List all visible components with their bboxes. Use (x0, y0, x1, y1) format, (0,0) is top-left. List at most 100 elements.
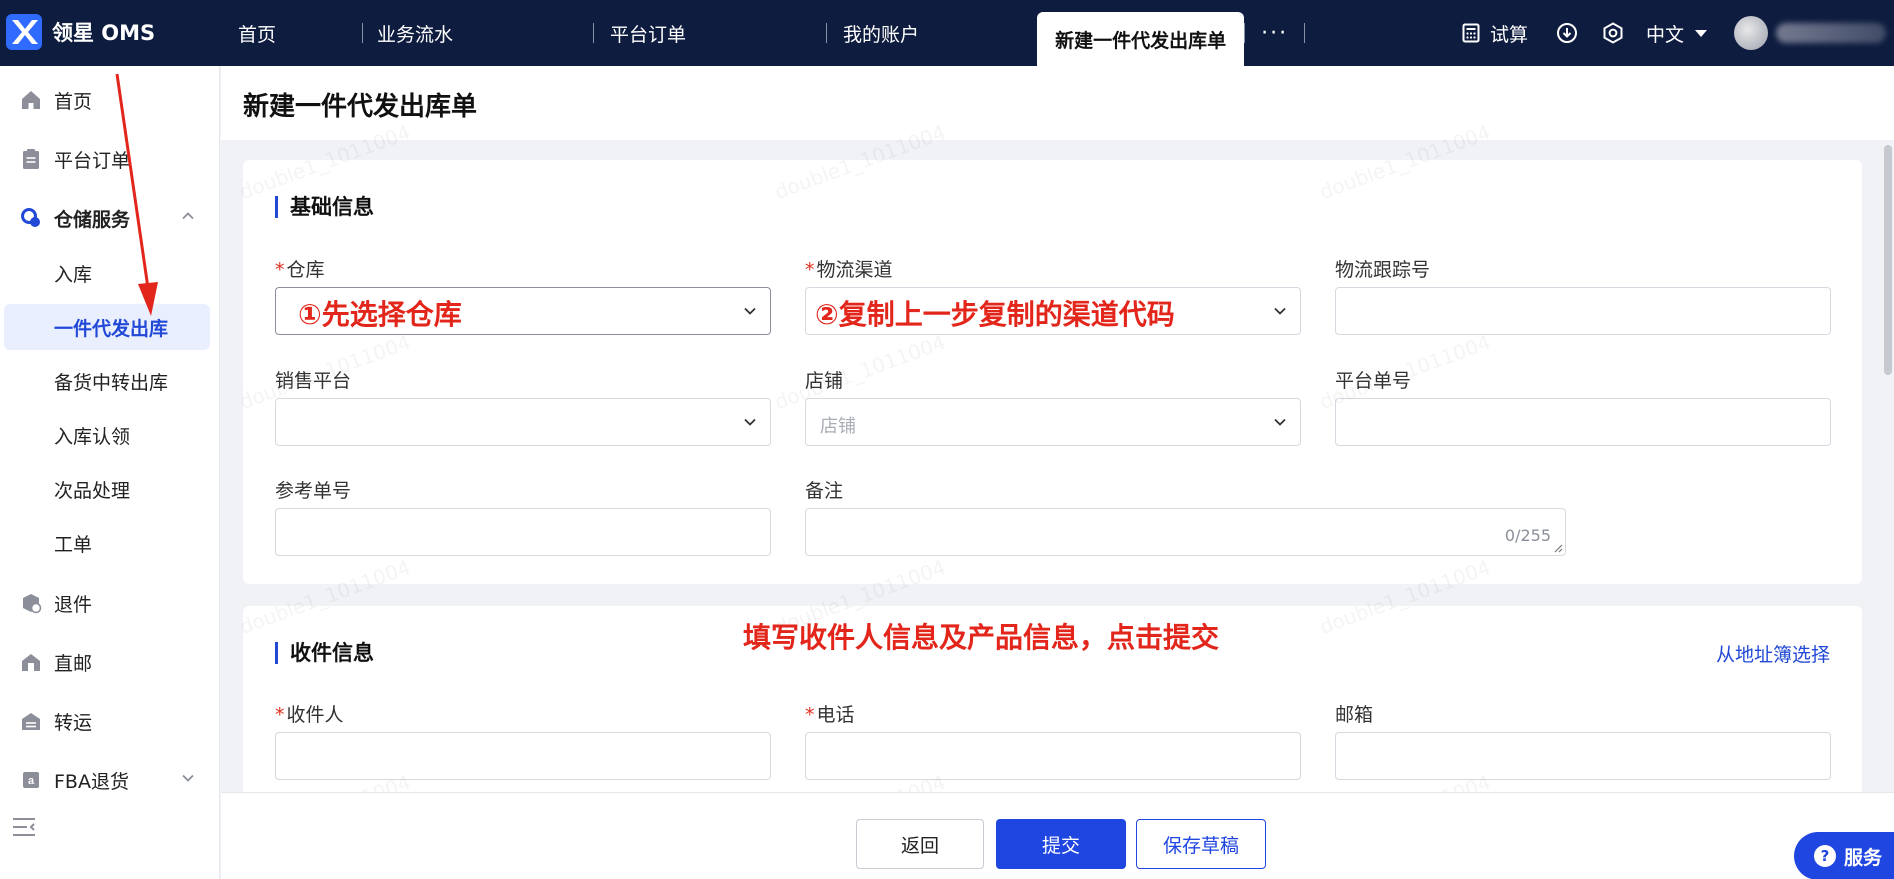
sidebar-item-work-order[interactable]: 工单 (0, 520, 220, 566)
required-mark: * (805, 704, 815, 726)
sidebar-item-inbound[interactable]: 入库 (0, 250, 220, 296)
sales-platform-label: 销售平台 (275, 370, 352, 392)
warehouse-label-text: 仓库 (286, 259, 325, 281)
back-button[interactable]: 返回 (856, 819, 984, 869)
nav-home[interactable]: 首页 (216, 0, 362, 66)
save-draft-button[interactable]: 保存草稿 (1136, 819, 1266, 869)
sidebar-item-label: 直邮 (54, 652, 93, 675)
tracking-number-input[interactable] (1335, 287, 1831, 335)
sidebar-item-label: 工单 (54, 533, 93, 556)
reference-label: 参考单号 (275, 480, 352, 502)
settings-icon (1603, 22, 1623, 44)
nav-my-account[interactable]: 我的账户 (827, 0, 1037, 66)
sidebar-item-defective-handling[interactable]: 次品处理 (0, 466, 220, 512)
tracking-label: 物流跟踪号 (1335, 259, 1431, 281)
download-icon (1556, 23, 1577, 43)
svg-text:a: a (28, 775, 35, 787)
section-title-basic-info: 基础信息 (275, 196, 374, 218)
language-label: 中文 (1645, 23, 1684, 46)
app-logo[interactable]: 领星 OMS (6, 14, 155, 50)
nav-divider (1304, 23, 1306, 43)
remark-char-counter: 0/255 (1504, 526, 1551, 545)
sidebar-group-fba-returns[interactable]: a FBA退货 (0, 758, 220, 802)
sidebar-item-direct-mail[interactable]: 直邮 (0, 640, 220, 684)
calculator-icon (1462, 23, 1480, 43)
sidebar-item-transfer[interactable]: 转运 (0, 699, 220, 743)
return-box-icon (23, 594, 42, 614)
language-select[interactable]: 中文 (1646, 20, 1708, 47)
logo-icon (6, 14, 42, 50)
required-mark: * (275, 259, 285, 281)
sidebar-item-inbound-claim[interactable]: 入库认领 (0, 412, 220, 458)
annotation-step3: 填写收件人信息及产品信息，点击提交 (743, 621, 1220, 654)
avatar (1734, 16, 1768, 50)
chevron-down-icon (1274, 307, 1286, 315)
settings-button[interactable] (1602, 22, 1624, 44)
sales-platform-select[interactable] (275, 398, 771, 446)
annotation-step2: ②复制上一步复制的渠道代码 (815, 298, 1175, 331)
chevron-up-icon (182, 212, 194, 220)
clipboard-icon (23, 149, 39, 169)
recipient-input[interactable] (275, 732, 771, 780)
page-scrollbar[interactable] (1884, 145, 1892, 375)
warehouse-label: * 仓库 (275, 255, 325, 282)
sidebar-item-label: 备货中转出库 (54, 371, 169, 394)
sidebar-item-returns[interactable]: 退件 (0, 581, 220, 625)
sidebar-item-platform-orders[interactable]: 平台订单 (0, 137, 220, 181)
submit-button[interactable]: 提交 (996, 819, 1126, 869)
download-button[interactable] (1556, 22, 1578, 44)
nav-business-flow[interactable]: 业务流水 (363, 0, 593, 66)
warehouse-service-icon (21, 208, 40, 227)
tab-new-outbound-order[interactable]: 新建一件代发出库单 (1037, 12, 1245, 66)
shop-label: 店铺 (805, 370, 844, 392)
service-button[interactable]: ? 服务 (1794, 832, 1894, 879)
caret-down-icon (1695, 29, 1707, 37)
sidebar-item-label: 仓储服务 (54, 208, 131, 231)
phone-label: * 电话 (805, 700, 855, 727)
chevron-down-icon (182, 774, 194, 782)
help-icon: ? (1814, 845, 1836, 867)
page-header: 新建一件代发出库单 (221, 66, 1894, 140)
reference-number-input[interactable] (275, 508, 771, 556)
email-input[interactable] (1335, 732, 1831, 780)
page-title: 新建一件代发出库单 (243, 92, 478, 122)
sidebar-item-label: 次品处理 (54, 479, 131, 502)
sidebar-item-label: 入库认领 (54, 425, 131, 448)
platform-order-label: 平台单号 (1335, 370, 1412, 392)
shop-placeholder: 店铺 (820, 416, 856, 437)
trial-label: 试算 (1489, 23, 1528, 46)
sidebar-item-label: 转运 (54, 711, 93, 734)
resize-handle-icon[interactable] (1553, 543, 1563, 553)
user-menu[interactable] (1734, 16, 1886, 50)
remark-textarea[interactable]: 0/255 (805, 508, 1566, 556)
sidebar-item-label: FBA退货 (54, 770, 129, 793)
phone-label-text: 电话 (816, 704, 855, 726)
section-title-recipient-info: 收件信息 (275, 642, 374, 664)
amazon-icon: a (23, 772, 39, 788)
platform-order-input[interactable] (1335, 398, 1831, 446)
sidebar-item-dropship-outbound[interactable]: 一件代发出库 (4, 304, 210, 350)
shop-select[interactable]: 店铺 (805, 398, 1301, 446)
more-tabs-button[interactable]: ··· (1245, 21, 1304, 46)
home-icon (22, 91, 40, 109)
action-bar: 返回 提交 保存草稿 (221, 792, 1894, 879)
phone-input[interactable] (805, 732, 1301, 780)
trial-calc-button[interactable]: 试算 (1462, 20, 1528, 47)
blurred-username (1776, 23, 1886, 43)
chevron-down-icon (1274, 418, 1286, 426)
sidebar-item-stock-transfer-outbound[interactable]: 备货中转出库 (0, 358, 220, 404)
collapse-menu-icon[interactable] (12, 816, 36, 838)
recipient-label: * 收件人 (275, 700, 344, 727)
chevron-down-icon (744, 418, 756, 426)
remark-label: 备注 (805, 480, 844, 502)
sidebar-item-home[interactable]: 首页 (0, 78, 220, 122)
nav-platform-orders[interactable]: 平台订单 (594, 0, 826, 66)
sidebar-item-label: 平台订单 (54, 149, 131, 172)
service-label: 服务 (1844, 846, 1883, 869)
chevron-down-icon (744, 307, 756, 315)
channel-label: * 物流渠道 (805, 255, 893, 282)
sidebar-group-warehouse-services[interactable]: 仓储服务 (0, 196, 220, 240)
address-book-link[interactable]: 从地址簿选择 (1716, 640, 1830, 667)
top-bar: 领星 OMS 首页 业务流水 平台订单 我的账户 新建一件代发出库单 ··· 试… (0, 0, 1894, 66)
top-nav: 首页 业务流水 平台订单 我的账户 新建一件代发出库单 ··· (216, 0, 1306, 66)
